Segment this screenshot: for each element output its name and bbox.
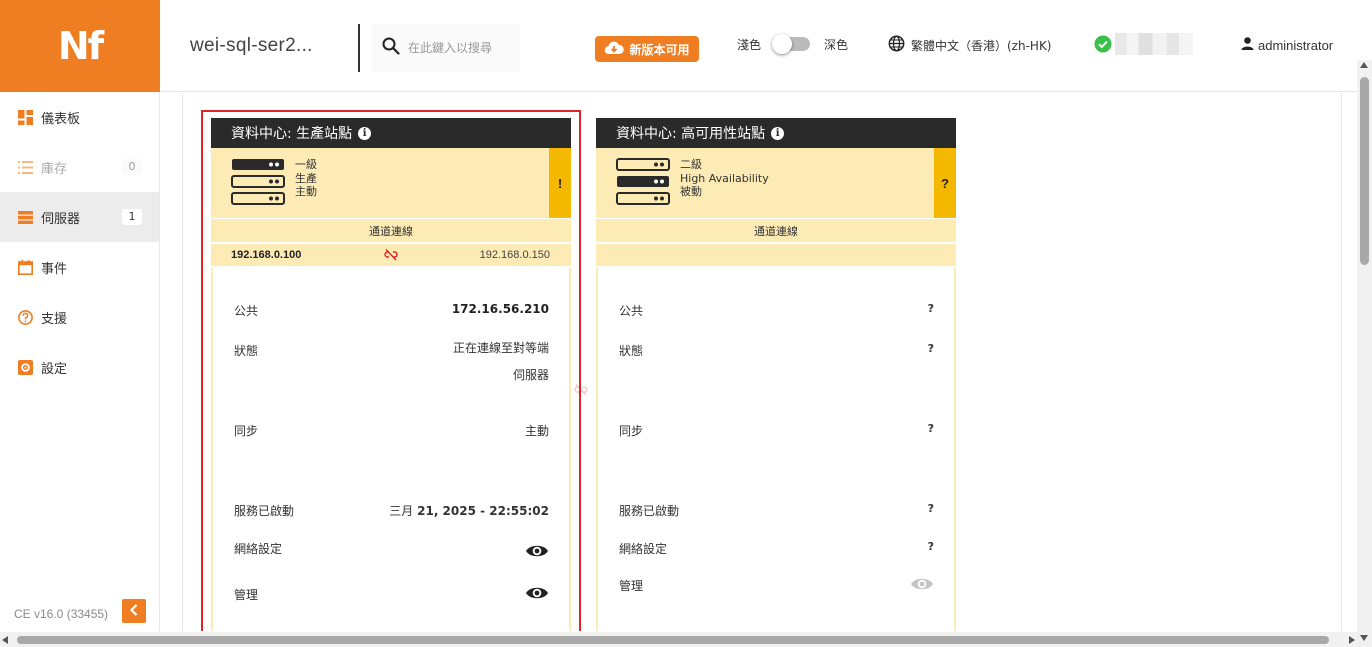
- horizontal-scrollbar[interactable]: [0, 632, 1357, 647]
- scroll-thumb[interactable]: [17, 636, 1329, 644]
- sidebar: 儀表板 庫存 0 伺服器 1 事件 支援 設定 CE v16.0 (33455): [0, 92, 160, 647]
- network-settings-value: ?: [927, 540, 934, 553]
- network-settings-label: 網絡設定: [619, 542, 668, 556]
- role-label: High Availability: [680, 171, 769, 185]
- public-row: 公共 ?: [619, 302, 934, 319]
- globe-icon: [888, 35, 905, 55]
- sidebar-item-dashboard[interactable]: 儀表板: [0, 92, 159, 142]
- help-icon: [17, 309, 33, 325]
- sidebar-item-support[interactable]: 支援: [0, 292, 159, 342]
- ip-row: [596, 242, 956, 266]
- card-title: 資料中心: 高可用性站點: [616, 126, 766, 142]
- logo-text: Nf: [57, 24, 104, 68]
- public-value: ?: [927, 302, 934, 315]
- divider: [358, 24, 360, 72]
- network-settings-row: 網絡設定 ?: [619, 540, 934, 557]
- search-box[interactable]: [372, 24, 520, 72]
- count-badge: 1: [122, 209, 142, 225]
- mode-label: 被動: [680, 185, 702, 198]
- service-started-row: 服務已啟動 ?: [619, 502, 934, 519]
- sync-row: 同步 ?: [619, 422, 934, 439]
- update-available-button[interactable]: 新版本可用: [595, 36, 699, 62]
- dashboard-icon: [17, 109, 33, 125]
- language-selector[interactable]: 繁體中文（香港）(zh-HK): [888, 35, 1052, 55]
- calendar-icon: [17, 259, 33, 275]
- card-header: 資料中心: 高可用性站點 i: [596, 118, 956, 148]
- chevron-left-icon: [129, 603, 139, 619]
- sidebar-item-events[interactable]: 事件: [0, 242, 159, 292]
- sidebar-item-servers[interactable]: 伺服器 1: [0, 192, 159, 242]
- sidebar-item-label: 儀表板: [41, 111, 81, 127]
- public-label: 公共: [619, 304, 644, 318]
- list-icon: [17, 159, 33, 175]
- theme-dark-label: 深色: [824, 38, 849, 52]
- username: administrator: [1258, 37, 1334, 53]
- main-content: 資料中心: 生產站點 i 一級 生產 主動 ! 通道連線 192.168.0.1…: [160, 93, 1357, 631]
- server-stack-icon: [616, 158, 670, 213]
- theme-light-label: 淺色: [737, 38, 762, 52]
- manage-row: 管理: [619, 577, 934, 594]
- site-card-high-availability: 資料中心: 高可用性站點 i 二級 High Availability 被動 ?…: [596, 118, 956, 631]
- scroll-right-arrow[interactable]: [1349, 636, 1355, 644]
- settings-icon: [17, 359, 33, 375]
- sidebar-item-label: 設定: [41, 361, 68, 377]
- scroll-up-arrow[interactable]: [1360, 62, 1368, 68]
- manage-label: 管理: [619, 579, 644, 593]
- status-lines: 二級 High Availability 被動: [680, 158, 769, 199]
- sync-value: ?: [927, 422, 934, 435]
- state-value: ?: [927, 342, 934, 355]
- service-started-label: 服務已啟動: [619, 504, 680, 518]
- tier-label: 二級: [680, 158, 702, 171]
- card-details: 公共 ? 狀態 ? 同步 ? 服務已啟動 ? 網絡設定 ? 管理: [596, 268, 956, 631]
- cloud-download-icon: [604, 41, 625, 58]
- user-menu[interactable]: administrator: [1240, 36, 1333, 54]
- unknown-flag[interactable]: ?: [934, 148, 956, 218]
- redacted-text: [1115, 33, 1193, 55]
- sidebar-item-label: 事件: [41, 261, 68, 277]
- state-label: 狀態: [619, 344, 644, 358]
- card-status: 二級 High Availability 被動 ?: [596, 148, 956, 218]
- state-row: 狀態 ?: [619, 342, 934, 359]
- sync-label: 同步: [619, 424, 644, 438]
- sidebar-item-inventory[interactable]: 庫存 0: [0, 142, 159, 192]
- collapse-sidebar-button[interactable]: [122, 599, 146, 623]
- service-started-value: ?: [927, 502, 934, 515]
- top-bar: wei-sql-ser2... 新版本可用 淺色 深色 繁體中文（香港）(zh-…: [160, 0, 1372, 92]
- scroll-down-arrow[interactable]: [1360, 635, 1368, 641]
- sidebar-item-settings[interactable]: 設定: [0, 342, 159, 392]
- search-input[interactable]: [408, 41, 518, 55]
- sidebar-item-label: 伺服器: [41, 211, 81, 227]
- sidebar-item-label: 支援: [41, 311, 68, 327]
- sidebar-item-label: 庫存: [41, 161, 68, 177]
- count-badge: 0: [122, 159, 142, 175]
- app-logo[interactable]: Nf: [0, 0, 160, 92]
- theme-toggle[interactable]: [772, 34, 810, 54]
- eye-icon: [910, 576, 934, 597]
- update-label: 新版本可用: [629, 42, 690, 57]
- hostname[interactable]: wei-sql-ser2...: [190, 35, 313, 57]
- user-icon: [1240, 36, 1255, 54]
- info-icon[interactable]: i: [771, 126, 785, 140]
- tunnel-connection-label: 通道連線: [596, 218, 956, 242]
- servers-icon: [17, 209, 33, 225]
- toggle-knob: [772, 34, 792, 54]
- selection-highlight: [201, 110, 581, 631]
- scroll-left-arrow[interactable]: [2, 636, 8, 644]
- language-label: 繁體中文（香港）(zh-HK): [911, 38, 1052, 53]
- check-circle-icon[interactable]: [1094, 35, 1112, 58]
- version-label: CE v16.0 (33455): [14, 607, 109, 621]
- search-icon[interactable]: [382, 37, 400, 60]
- vertical-scrollbar[interactable]: [1357, 60, 1372, 647]
- scroll-thumb[interactable]: [1360, 77, 1369, 265]
